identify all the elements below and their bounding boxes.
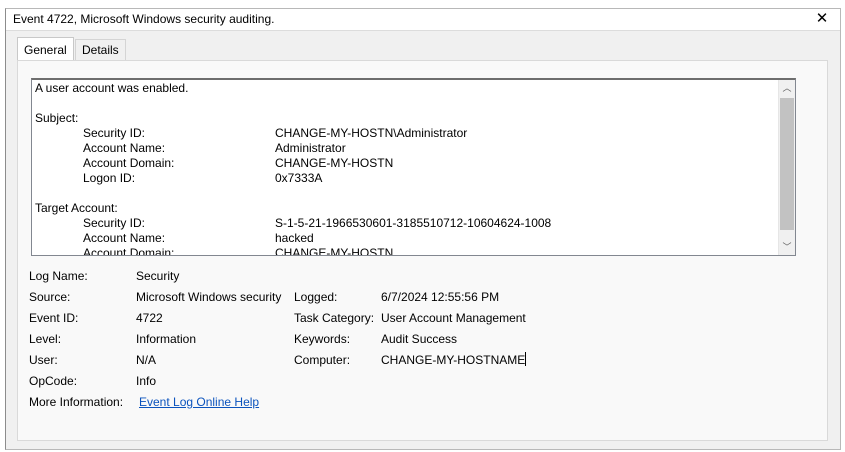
computer-label: Computer: xyxy=(294,353,351,367)
description-field: Account Domain: CHANGE-MY-HOSTN xyxy=(83,156,394,170)
text-cursor xyxy=(525,352,527,366)
subject-header: Subject: xyxy=(35,111,79,125)
title-bar: Event 4722, Microsoft Windows security a… xyxy=(6,9,840,31)
source-value[interactable]: Microsoft Windows security xyxy=(136,289,281,305)
computer-field[interactable]: CHANGE-MY-HOSTNAME xyxy=(381,352,527,368)
scroll-down-icon[interactable]: ﹀ xyxy=(779,239,795,255)
description-headline: A user account was enabled. xyxy=(35,81,189,95)
more-information-label: More Information: xyxy=(29,395,124,409)
tab-general[interactable]: General xyxy=(17,37,74,60)
opcode-label: OpCode: xyxy=(29,374,78,388)
description-field: Security ID: CHANGE-MY-HOSTN\Administrato… xyxy=(83,126,468,140)
user-value[interactable]: N/A xyxy=(136,352,156,368)
keywords-value[interactable]: Audit Success xyxy=(381,331,457,347)
log-name-value[interactable]: Security xyxy=(136,268,179,284)
tab-details[interactable]: Details xyxy=(75,39,126,60)
description-field: Security ID: S-1-5-21-1966530601-31855107… xyxy=(83,216,552,230)
scroll-up-icon[interactable]: ︿ xyxy=(779,80,795,96)
description-field: Logon ID: 0x7333A xyxy=(83,171,323,185)
opcode-value[interactable]: Info xyxy=(136,373,156,389)
description-scrollbar[interactable]: ︿ ﹀ xyxy=(778,80,795,255)
scroll-thumb[interactable] xyxy=(780,98,794,230)
computer-value: CHANGE-MY-HOSTNAME xyxy=(381,353,526,367)
general-panel: A user account was enabled. Subject: Sec… xyxy=(17,60,828,441)
event-description-box[interactable]: A user account was enabled. Subject: Sec… xyxy=(31,78,796,256)
log-name-label: Log Name: xyxy=(29,269,88,283)
task-category-value[interactable]: User Account Management xyxy=(381,310,526,326)
event-properties-window: Event 4722, Microsoft Windows security a… xyxy=(5,8,841,450)
logged-value[interactable]: 6/7/2024 12:55:56 PM xyxy=(381,289,499,305)
close-icon[interactable]: ✕ xyxy=(814,9,830,29)
level-value[interactable]: Information xyxy=(136,331,196,347)
event-id-value[interactable]: 4722 xyxy=(136,310,163,326)
window-title: Event 4722, Microsoft Windows security a… xyxy=(13,12,275,26)
target-account-header: Target Account: xyxy=(35,201,118,215)
user-label: User: xyxy=(29,353,58,367)
keywords-label: Keywords: xyxy=(294,332,351,346)
event-log-online-help-link[interactable]: Event Log Online Help xyxy=(139,394,259,410)
description-field: Account Name: Administrator xyxy=(83,141,346,155)
event-description-text: A user account was enabled. Subject: Sec… xyxy=(35,81,780,256)
event-id-label: Event ID: xyxy=(29,311,79,325)
description-field: Account Name: hacked xyxy=(83,231,314,245)
logged-label: Logged: xyxy=(294,290,338,304)
description-field: Account Domain: CHANGE-MY-HOSTN xyxy=(83,246,394,256)
source-label: Source: xyxy=(29,290,71,304)
level-label: Level: xyxy=(29,332,62,346)
task-category-label: Task Category: xyxy=(294,311,375,325)
